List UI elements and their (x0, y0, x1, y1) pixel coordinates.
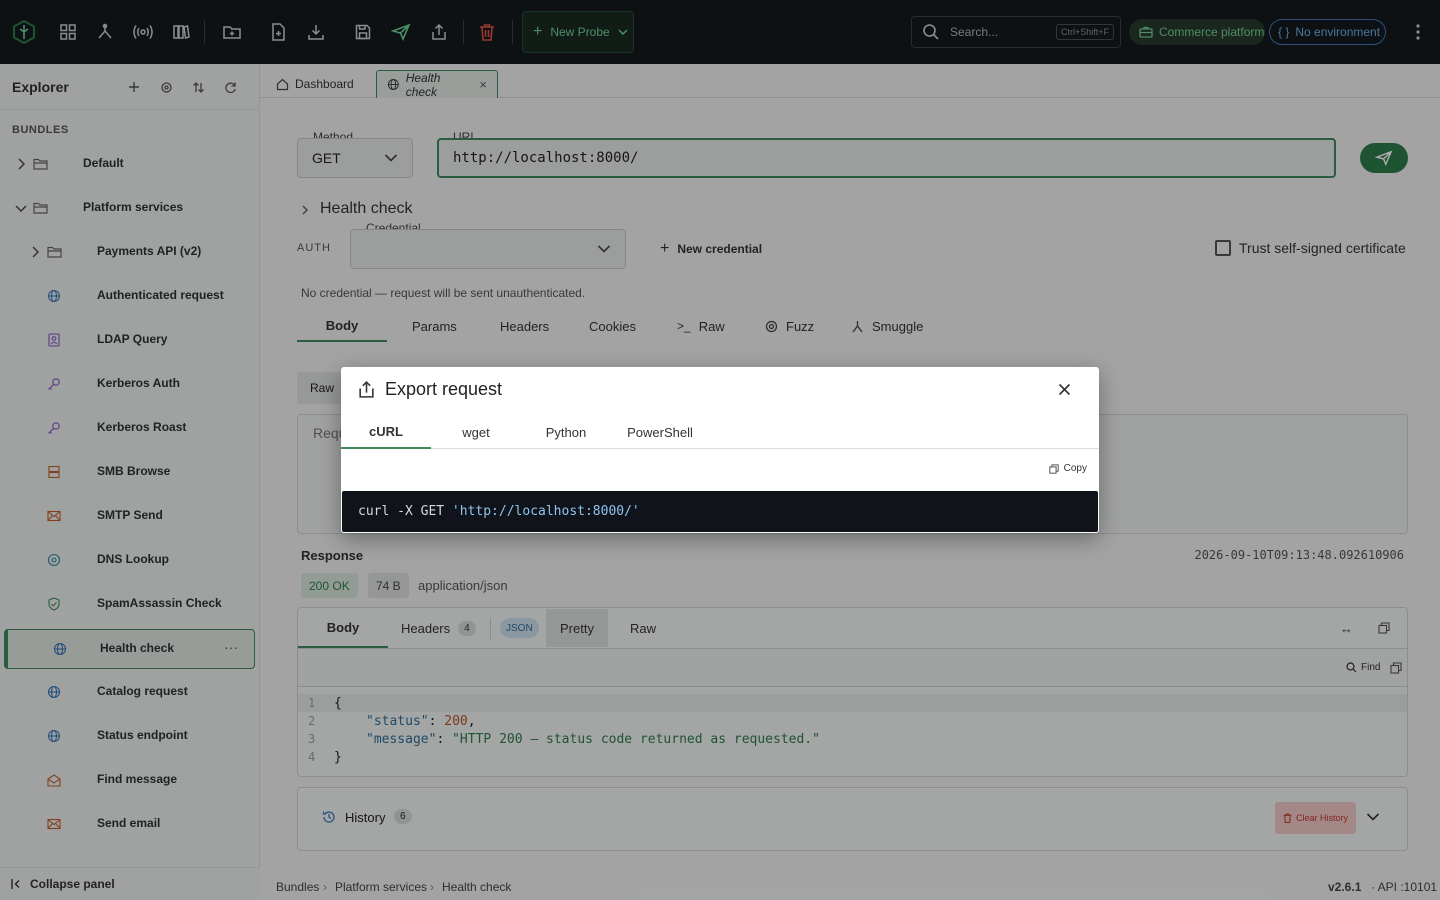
tab-wget[interactable]: wget (431, 415, 521, 449)
export-code-block[interactable]: curl -X GET 'http://localhost:8000/' (342, 491, 1098, 532)
tab-python[interactable]: Python (521, 415, 611, 449)
export-request-dialog: Export request cURL wget Python PowerShe… (341, 367, 1099, 533)
tab-label: Python (545, 424, 587, 440)
code-url: 'http://localhost:8000/' (451, 504, 640, 519)
export-format-tabs: cURL wget Python PowerShell (341, 415, 1099, 449)
dialog-title: Export request (385, 379, 503, 399)
tab-powershell[interactable]: PowerShell (611, 415, 709, 449)
close-icon[interactable] (1058, 383, 1071, 396)
tab-label: cURL (369, 423, 403, 439)
tab-curl[interactable]: cURL (341, 415, 431, 449)
copy-button[interactable]: Copy (1048, 463, 1087, 474)
export-icon (359, 380, 374, 398)
tab-label: PowerShell (627, 424, 693, 440)
copy-label: Copy (1063, 463, 1087, 474)
tab-label: wget (462, 424, 490, 440)
code-command: curl -X GET (358, 504, 452, 519)
copy-icon (1048, 463, 1059, 474)
